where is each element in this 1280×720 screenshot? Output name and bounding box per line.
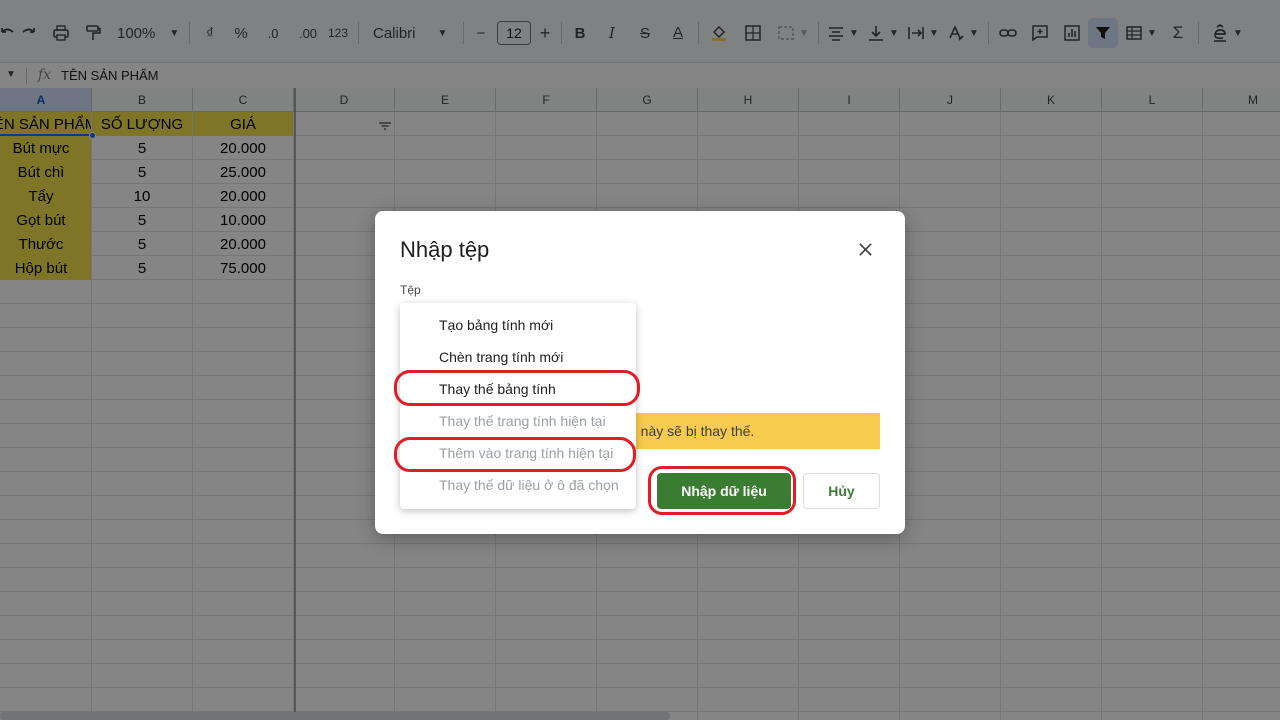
menu-item[interactable]: Thay thế dữ liệu ở ô đã chọn bbox=[400, 469, 636, 501]
dialog-title: Nhập tệp bbox=[400, 237, 490, 262]
import-location-menu: Tạo bảng tính mới Chèn trang tính mới Thay… bbox=[400, 303, 636, 509]
menu-item[interactable]: Tạo bảng tính mới bbox=[400, 309, 636, 341]
warning-banner: n này sẽ bị thay thế. bbox=[619, 413, 880, 449]
spreadsheet-app: 100% ▼ ₫ % .0 .00 123 Calibri ▼ − 12 + B… bbox=[0, 0, 1280, 720]
menu-item[interactable]: Chèn trang tính mới bbox=[400, 341, 636, 373]
highlight-ring-import-button bbox=[648, 466, 796, 515]
highlight-ring-append-sheet bbox=[394, 437, 636, 472]
highlight-ring-replace-spreadsheet bbox=[394, 370, 640, 406]
menu-item[interactable]: Thay thế trang tính hiện tại bbox=[400, 405, 636, 437]
close-icon[interactable] bbox=[853, 237, 877, 261]
cancel-button[interactable]: Hủy bbox=[803, 473, 880, 509]
file-label: Tệp bbox=[400, 283, 421, 297]
